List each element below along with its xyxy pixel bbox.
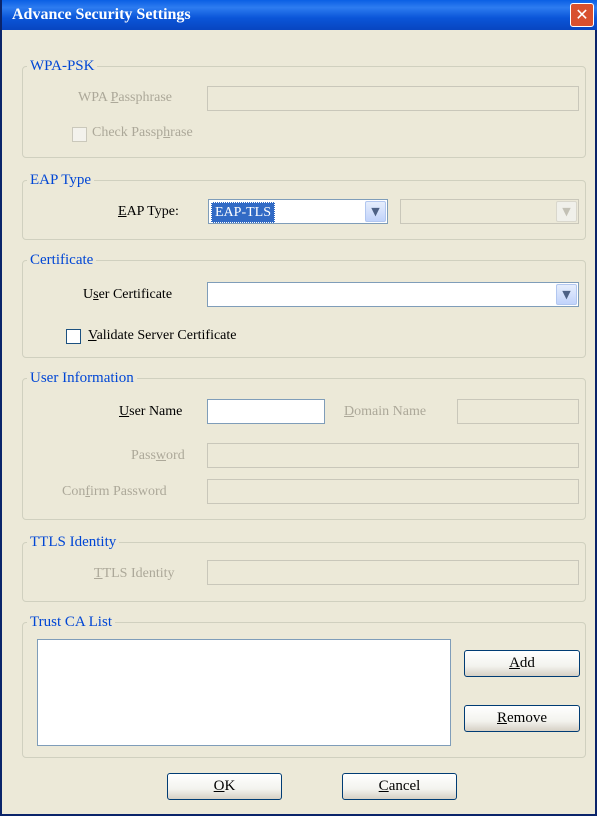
user-name-label: User Name [119,404,183,419]
window-title: Advance Security Settings [12,6,191,23]
confirm-password-input[interactable] [207,479,579,504]
trust-ca-list-legend: Trust CA List [30,614,112,630]
remove-button[interactable]: Remove [464,705,580,732]
user-certificate-label: User Certificate [83,287,173,302]
domain-name-label: Domain Name [344,404,427,419]
cancel-button[interactable]: Cancel [342,773,457,800]
ttls-identity-legend: TTLS Identity [30,534,117,550]
chevron-down-icon[interactable]: ▼ [556,201,577,222]
confirm-password-label: Confirm Password [62,484,167,499]
add-button[interactable]: Add [464,650,580,677]
wpa-psk-legend: WPA-PSK [30,58,95,74]
user-name-input[interactable] [207,399,325,424]
eap-secondary-select[interactable]: ▼ [400,199,579,224]
ttls-identity-label: TTLS Identity [94,566,175,581]
trust-ca-listbox[interactable] [37,639,451,746]
chevron-down-icon[interactable]: ▼ [556,284,577,305]
ttls-identity-input[interactable] [207,560,579,585]
certificate-legend: Certificate [30,252,94,268]
eap-type-selected-value: EAP-TLS [211,202,275,223]
validate-server-certificate-label: Validate Server Certificate [88,328,237,343]
advance-security-settings-dialog: Advance Security Settings ✕ WPA-PSK WPA … [0,0,597,816]
title-bar[interactable]: Advance Security Settings ✕ [2,0,597,30]
eap-type-label: EAP Type: [118,204,179,219]
eap-type-select[interactable]: EAP-TLS ▼ [208,199,388,224]
user-certificate-select[interactable]: ▼ [207,282,579,307]
password-label: Password [131,448,185,463]
domain-name-input[interactable] [457,399,579,424]
eap-type-legend: EAP Type [30,172,92,188]
wpa-passphrase-input[interactable] [207,86,579,111]
ok-button[interactable]: OK [167,773,282,800]
chevron-down-icon[interactable]: ▼ [365,201,386,222]
password-input[interactable] [207,443,579,468]
check-passphrase-checkbox[interactable] [72,127,87,142]
check-passphrase-label: Check Passphrase [92,125,193,140]
close-button[interactable]: ✕ [570,3,594,27]
user-information-legend: User Information [30,370,134,386]
wpa-passphrase-label: WPA Passphrase [78,90,173,105]
validate-server-certificate-checkbox[interactable] [66,329,81,344]
close-icon: ✕ [575,5,589,24]
